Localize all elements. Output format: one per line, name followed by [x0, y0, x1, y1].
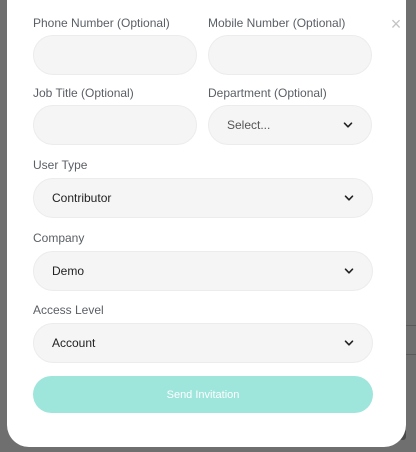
job-title-input[interactable]: [33, 105, 197, 145]
chevron-down-icon: [344, 268, 354, 274]
mobile-label: Mobile Number (Optional): [208, 16, 346, 30]
department-value: Select...: [227, 118, 271, 132]
phone-number-input[interactable]: [33, 35, 197, 75]
chevron-down-icon: [344, 340, 354, 346]
close-icon[interactable]: ×: [389, 15, 403, 33]
backdrop-divider: [405, 325, 416, 326]
access-level-label: Access Level: [33, 303, 104, 317]
access-level-select[interactable]: Account: [33, 323, 373, 363]
backdrop-divider: [405, 354, 416, 355]
user-type-value: Contributor: [52, 191, 112, 205]
company-value: Demo: [52, 264, 85, 278]
chevron-down-icon: [343, 122, 353, 128]
user-type-label: User Type: [33, 158, 88, 172]
chevron-down-icon: [344, 195, 354, 201]
phone-label: Phone Number (Optional): [33, 16, 170, 30]
mobile-number-input[interactable]: [208, 35, 372, 75]
job-title-label: Job Title (Optional): [33, 86, 134, 100]
invite-user-modal: × Phone Number (Optional) Mobile Number …: [7, 0, 406, 447]
department-label: Department (Optional): [208, 86, 327, 100]
send-invitation-button[interactable]: Send Invitation: [33, 376, 373, 413]
user-type-select[interactable]: Contributor: [33, 178, 373, 218]
company-select[interactable]: Demo: [33, 251, 373, 291]
department-select[interactable]: Select...: [208, 105, 372, 145]
access-level-value: Account: [52, 336, 96, 350]
company-label: Company: [33, 231, 85, 245]
